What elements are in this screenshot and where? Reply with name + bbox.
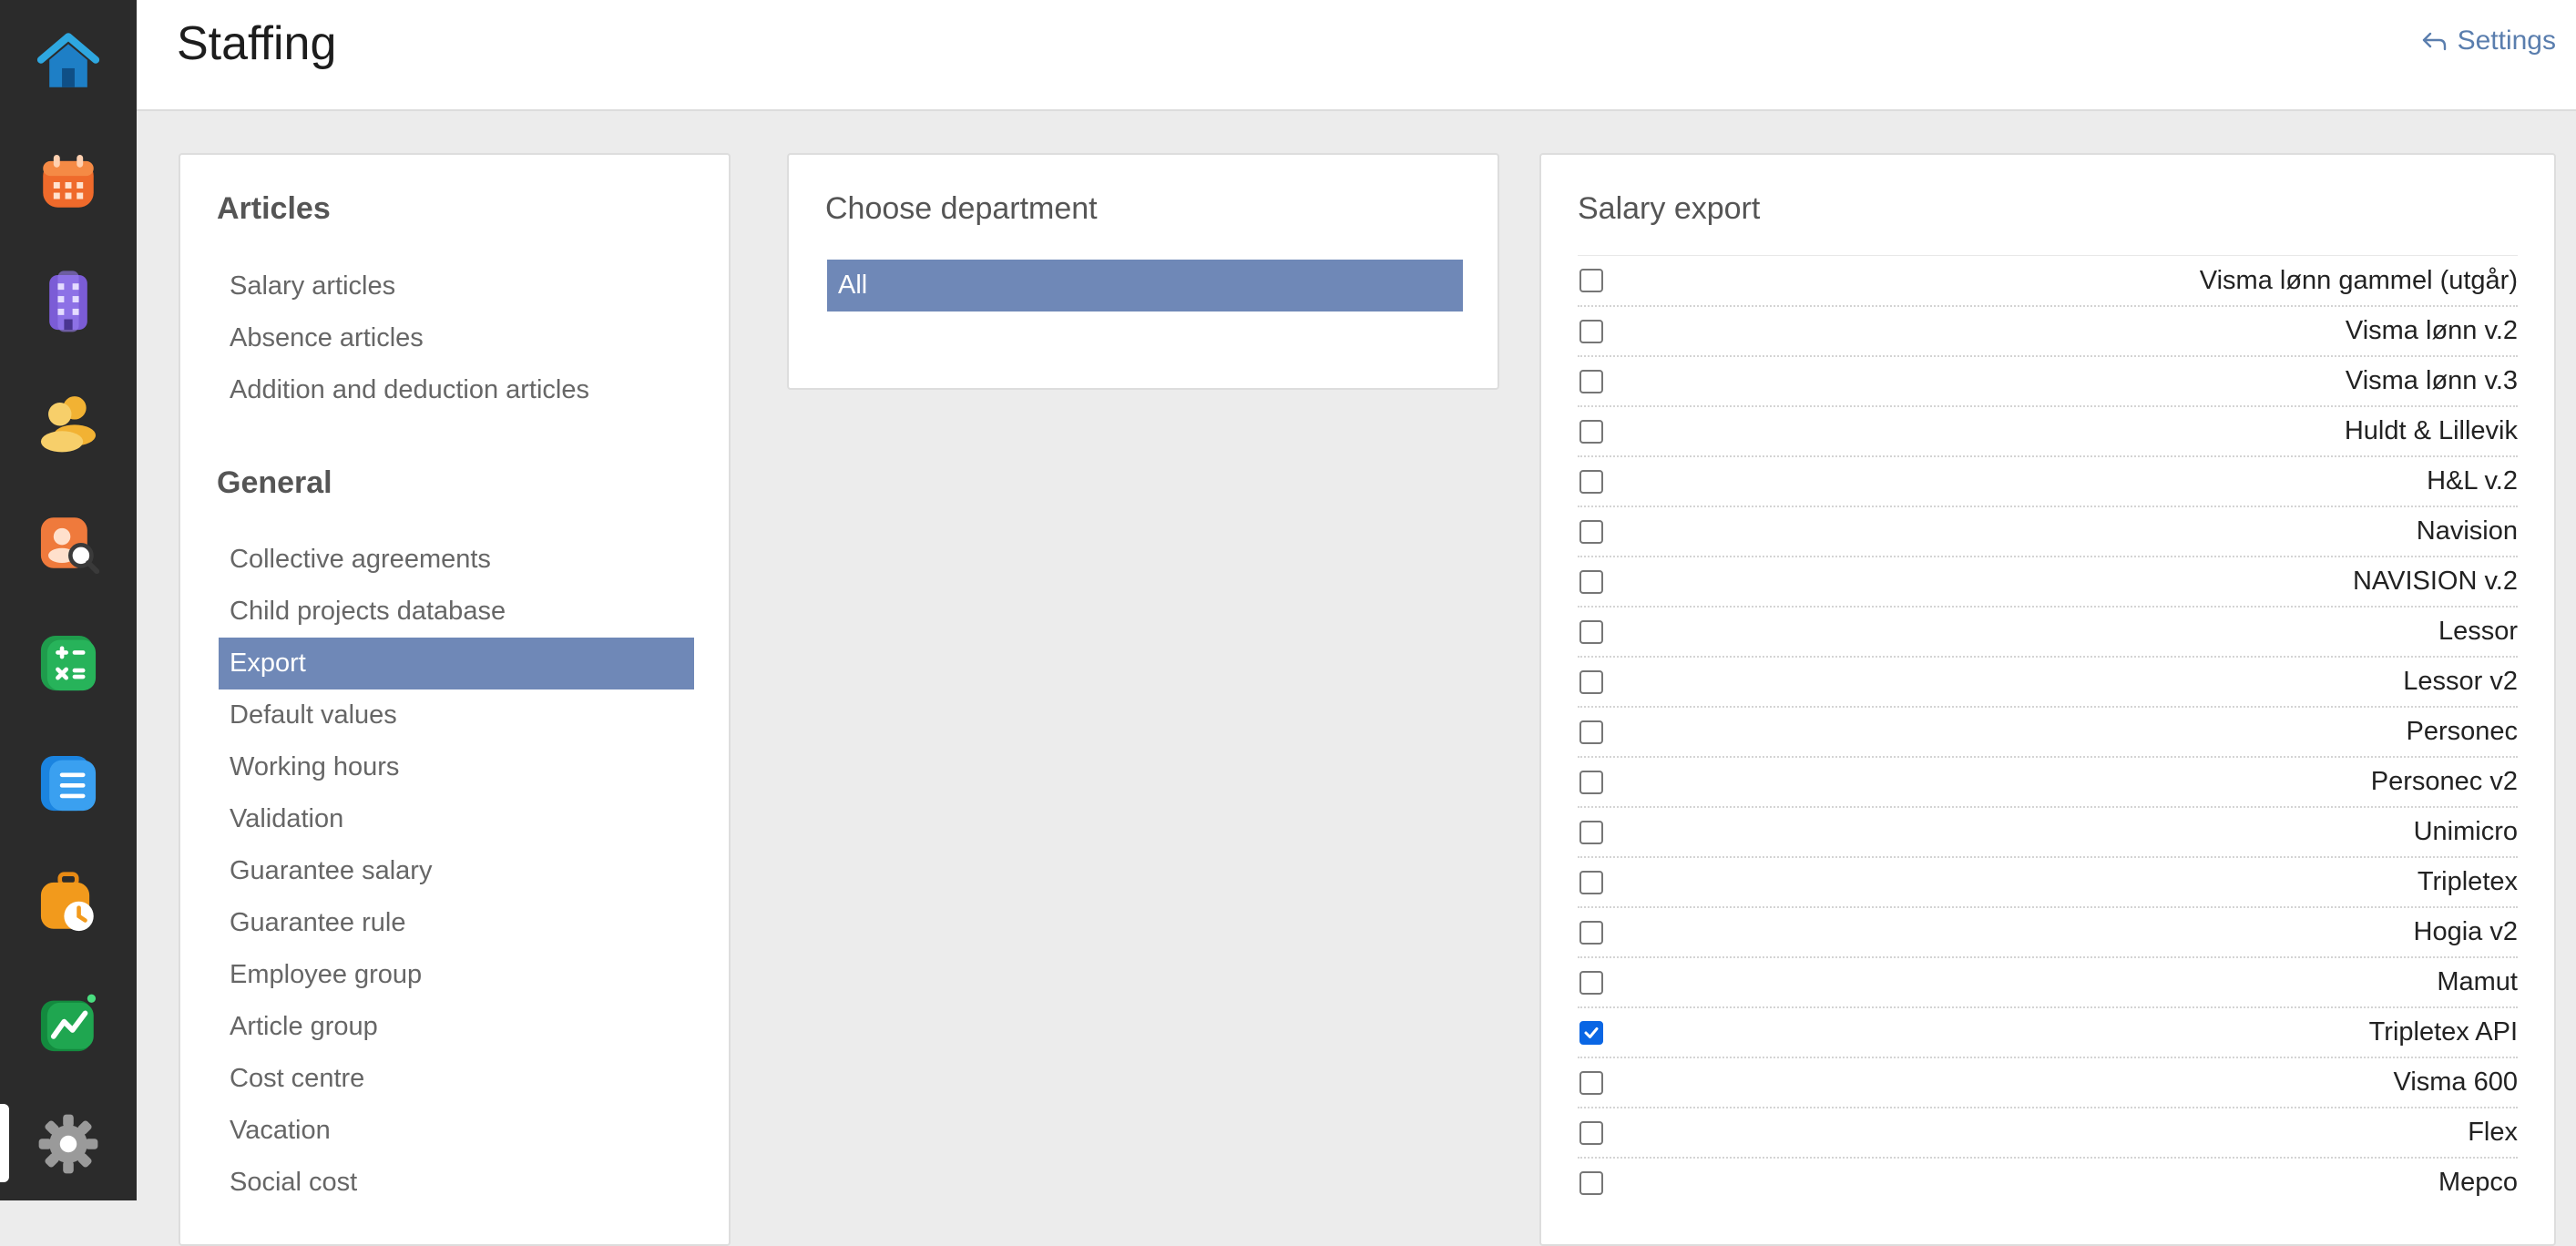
- export-option-row: Navision: [1578, 506, 2518, 556]
- document-list-icon[interactable]: [32, 747, 105, 820]
- menu-item-child-projects-database[interactable]: Child projects database: [219, 586, 694, 638]
- calendar-icon[interactable]: [32, 146, 105, 219]
- menu-item-guarantee-rule[interactable]: Guarantee rule: [219, 897, 694, 949]
- menu-item-working-hours[interactable]: Working hours: [219, 741, 694, 793]
- menu-item-absence-articles[interactable]: Absence articles: [219, 312, 694, 364]
- export-option-row: NAVISION v.2: [1578, 556, 2518, 606]
- department-heading: Choose department: [825, 191, 1098, 226]
- export-option-checkbox[interactable]: [1579, 720, 1603, 744]
- export-option-label: Lessor v2: [2403, 667, 2518, 696]
- export-option-checkbox[interactable]: [1579, 1020, 1603, 1045]
- export-option-label: Tripletex API: [2368, 1017, 2518, 1047]
- clock-briefcase-icon[interactable]: [32, 867, 105, 940]
- export-option-checkbox[interactable]: [1579, 1120, 1603, 1145]
- export-option-row: Personec v2: [1578, 756, 2518, 806]
- export-option-label: Visma lønn v.2: [2345, 316, 2518, 345]
- menu-item-cost-centre[interactable]: Cost centre: [219, 1053, 694, 1105]
- export-option-row: Mamut: [1578, 956, 2518, 1006]
- page-title: Staffing: [177, 17, 337, 70]
- export-option-row: Personec: [1578, 706, 2518, 756]
- gear-icon[interactable]: [32, 1108, 105, 1180]
- export-option-label: Personec v2: [2370, 767, 2518, 796]
- export-option-checkbox[interactable]: [1579, 519, 1603, 544]
- settings-back-link[interactable]: Settings: [2419, 26, 2556, 56]
- export-option-label: Visma 600: [2393, 1067, 2519, 1097]
- export-option-label: Navision: [2416, 516, 2518, 546]
- menu-item-addition-deduction-articles[interactable]: Addition and deduction articles: [219, 364, 694, 416]
- export-option-label: Lessor: [2438, 617, 2518, 646]
- export-option-label: Mamut: [2437, 967, 2518, 996]
- export-option-row: Huldt & Lillevik: [1578, 405, 2518, 455]
- export-option-label: H&L v.2: [2427, 466, 2518, 495]
- calculator-icon[interactable]: [32, 627, 105, 700]
- export-option-label: Personec: [2406, 717, 2518, 746]
- salary-export-heading: Salary export: [1578, 191, 1761, 226]
- export-option-label: Visma lønn gammel (utgår): [2199, 265, 2518, 295]
- export-option-label: Huldt & Lillevik: [2344, 416, 2518, 445]
- articles-panel: Articles Salary articles Absence article…: [179, 153, 731, 1246]
- export-option-checkbox[interactable]: [1579, 770, 1603, 794]
- export-option-label: Visma lønn v.3: [2345, 366, 2518, 395]
- export-option-row: Tripletex API: [1578, 1006, 2518, 1057]
- export-option-checkbox[interactable]: [1579, 870, 1603, 894]
- export-option-checkbox[interactable]: [1579, 669, 1603, 694]
- menu-item-social-cost[interactable]: Social cost: [219, 1157, 694, 1209]
- export-option-checkbox[interactable]: [1579, 1170, 1603, 1195]
- person-search-icon[interactable]: [32, 506, 105, 579]
- export-option-checkbox[interactable]: [1579, 569, 1603, 594]
- menu-item-validation[interactable]: Validation: [219, 793, 694, 845]
- menu-item-default-values[interactable]: Default values: [219, 689, 694, 741]
- export-option-row: Visma lønn v.3: [1578, 355, 2518, 405]
- chart-icon[interactable]: [32, 987, 105, 1060]
- active-indicator: [0, 1104, 9, 1182]
- export-option-checkbox[interactable]: [1579, 619, 1603, 644]
- export-option-checkbox[interactable]: [1579, 1070, 1603, 1095]
- settings-link-label: Settings: [2457, 26, 2556, 56]
- menu-item-salary-articles[interactable]: Salary articles: [219, 260, 694, 312]
- export-option-row: Hogia v2: [1578, 906, 2518, 956]
- department-option-all[interactable]: All: [827, 260, 1463, 312]
- export-option-row: Visma lønn gammel (utgår): [1578, 255, 2518, 305]
- back-arrow-icon: [2422, 32, 2446, 51]
- building-icon[interactable]: [32, 266, 105, 339]
- export-option-row: Unimicro: [1578, 806, 2518, 856]
- export-option-row: Tripletex: [1578, 856, 2518, 906]
- menu-item-article-group[interactable]: Article group: [219, 1001, 694, 1053]
- export-option-row: Lessor: [1578, 606, 2518, 656]
- export-option-row: Visma 600: [1578, 1057, 2518, 1107]
- export-option-row: Visma lønn v.2: [1578, 305, 2518, 355]
- general-heading: General: [217, 465, 332, 500]
- export-option-row: Lessor v2: [1578, 656, 2518, 706]
- home-icon[interactable]: [32, 26, 105, 98]
- salary-export-panel: Salary export Visma lønn gammel (utgår) V…: [1539, 153, 2556, 1246]
- export-option-checkbox[interactable]: [1579, 369, 1603, 393]
- menu-item-collective-agreements[interactable]: Collective agreements: [219, 534, 694, 586]
- people-icon[interactable]: [32, 386, 105, 459]
- export-option-checkbox[interactable]: [1579, 319, 1603, 343]
- menu-item-vacation[interactable]: Vacation: [219, 1105, 694, 1157]
- export-option-checkbox[interactable]: [1579, 469, 1603, 494]
- menu-item-guarantee-salary[interactable]: Guarantee salary: [219, 845, 694, 897]
- page-header: Staffing Settings: [137, 0, 2576, 111]
- export-option-checkbox[interactable]: [1579, 970, 1603, 995]
- export-option-row: Flex: [1578, 1107, 2518, 1157]
- export-option-row: H&L v.2: [1578, 455, 2518, 506]
- export-option-checkbox[interactable]: [1579, 820, 1603, 844]
- export-option-checkbox[interactable]: [1579, 269, 1603, 292]
- export-option-checkbox[interactable]: [1579, 419, 1603, 444]
- export-option-checkbox[interactable]: [1579, 920, 1603, 945]
- export-option-label: Flex: [2468, 1118, 2518, 1147]
- export-option-label: Tripletex: [2417, 867, 2518, 896]
- export-option-label: Hogia v2: [2413, 917, 2518, 946]
- articles-heading: Articles: [217, 191, 331, 226]
- menu-item-export[interactable]: Export: [219, 638, 694, 689]
- menu-item-employee-group[interactable]: Employee group: [219, 949, 694, 1001]
- department-panel: Choose department All: [787, 153, 1499, 390]
- export-option-label: NAVISION v.2: [2352, 567, 2518, 596]
- app-rail: [0, 0, 137, 1200]
- export-option-label: Mepco: [2438, 1168, 2518, 1197]
- export-option-label: Unimicro: [2413, 817, 2518, 846]
- salary-export-list: Visma lønn gammel (utgår) Visma lønn v.2 V…: [1578, 255, 2518, 1207]
- export-option-row: Mepco: [1578, 1157, 2518, 1207]
